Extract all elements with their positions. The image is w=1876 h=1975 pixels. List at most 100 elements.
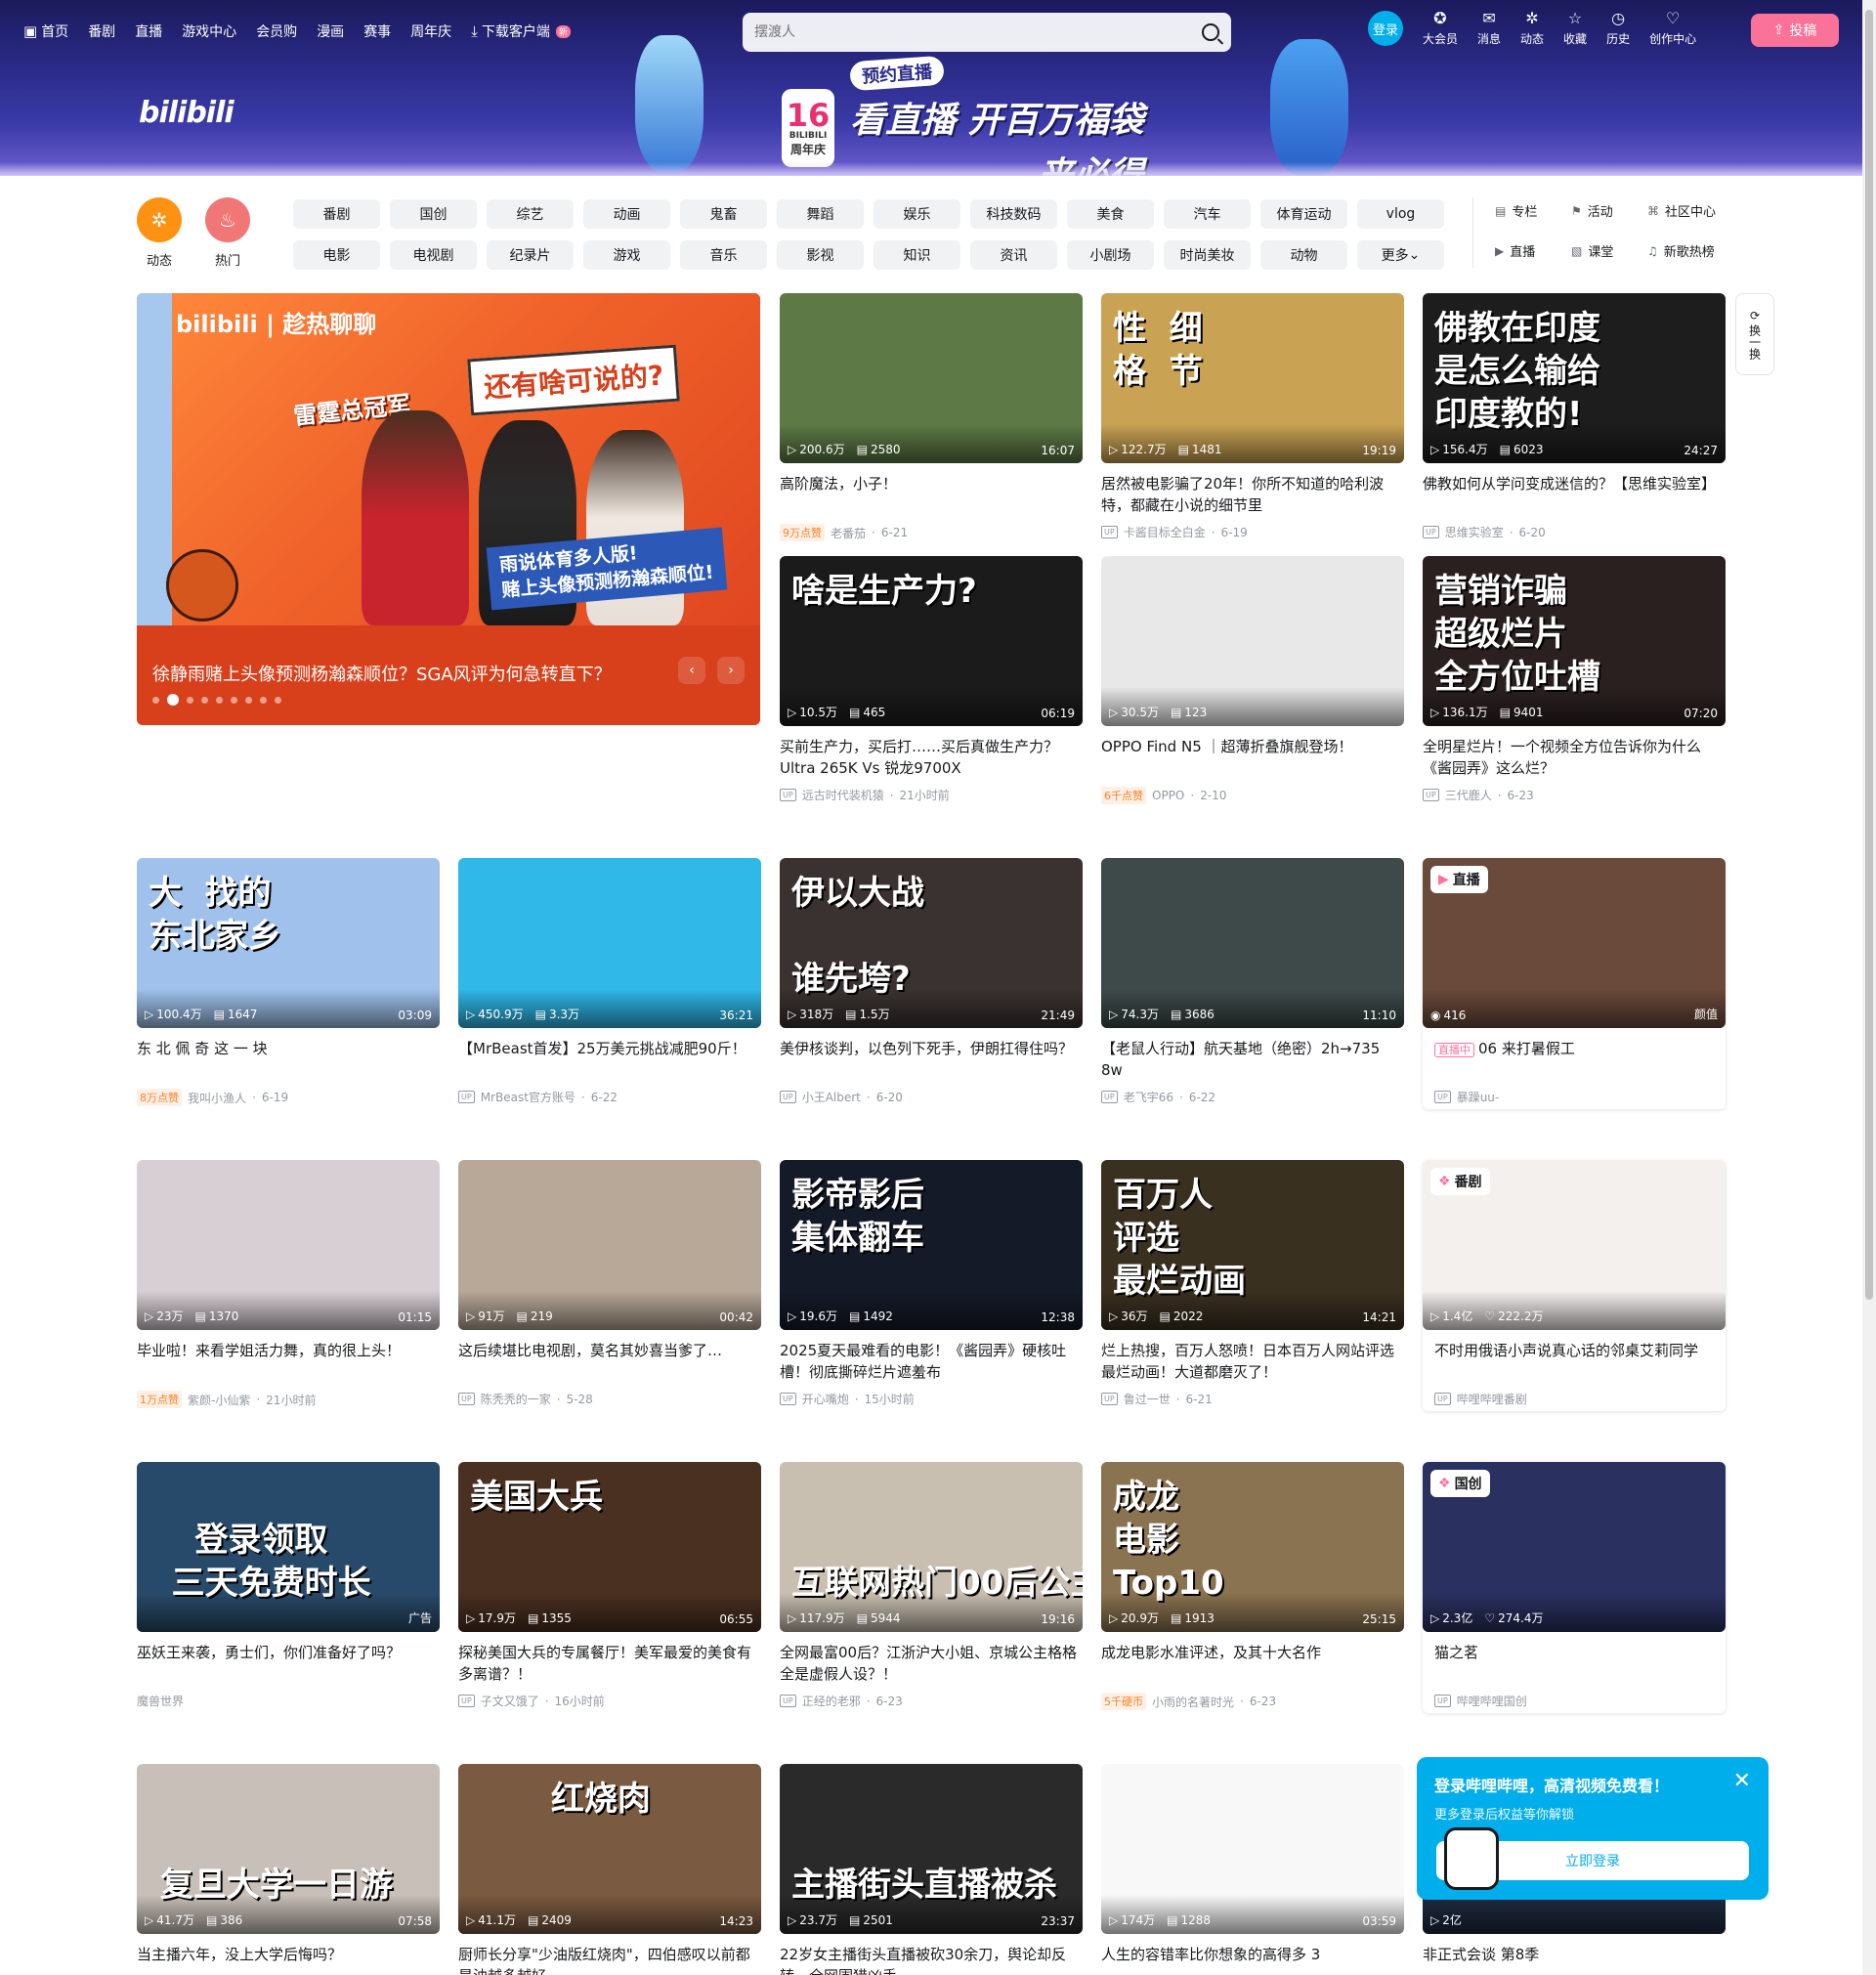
video-thumbnail[interactable]: 性 细 格 节 ▷ 122.7万 ▤ 1481 19:19 (1101, 293, 1404, 463)
video-thumbnail[interactable]: 成龙 电影 Top10 ▷ 20.9万 ▤ 1913 25:15 (1101, 1462, 1404, 1632)
channel-link[interactable]: ▤ 专栏 (1495, 201, 1571, 221)
video-card[interactable]: 百万人 评选 最烂动画 ▷ 36万 ▤ 2022 14:21 烂上热搜，百万人怒喷！日本百万… (1101, 1160, 1404, 1407)
video-card[interactable]: 伊以大战 谁先垮? ▷ 318万 ▤ 1.5万 21:49 美伊核谈判，以色列下死手，伊朗扛… (780, 858, 1083, 1105)
video-card[interactable]: ▷ 23万 ▤ 1370 01:15 毕业啦！来看学姐活力舞，真的很上头！ 1万点赞 紫颜-小… (137, 1160, 440, 1408)
video-thumbnail[interactable]: ▷ 30.5万 ▤ 123 (1101, 556, 1404, 726)
video-author[interactable]: 小雨的名著时光 (1152, 1694, 1234, 1710)
video-card[interactable]: ▷ 74.3万 ▤ 3686 11:10 【老鼠人行动】航天基地（绝密）2h→735 8w… (1101, 858, 1404, 1105)
video-author[interactable]: 小王Albert (802, 1089, 861, 1105)
upload-button[interactable]: ⇪ 投稿 (1751, 14, 1839, 47)
video-title[interactable]: 高阶魔法，小子！ (780, 473, 1083, 516)
channel-link[interactable]: ▶ 直播 (1495, 241, 1571, 261)
channel-link[interactable]: ⌘ 社区中心 (1647, 201, 1724, 221)
channel-button[interactable]: 电影 (293, 240, 380, 270)
video-title[interactable]: 成龙电影水准评述，及其十大名作 (1101, 1642, 1404, 1685)
nav-item[interactable]: 会员购 (256, 21, 297, 41)
video-card[interactable]: 大 找的 东北家乡 ▷ 100.4万 ▤ 1647 03:09 东 北 佩 奇 这 一 块 8… (137, 858, 440, 1106)
channel-button[interactable]: 体育运动 (1260, 199, 1347, 229)
search-icon[interactable] (1202, 23, 1219, 41)
video-title[interactable]: 【老鼠人行动】航天基地（绝密）2h→735 8w (1101, 1038, 1404, 1081)
video-author[interactable]: 老飞宇66 (1124, 1089, 1173, 1105)
video-title[interactable]: 东 北 佩 奇 这 一 块 (137, 1038, 440, 1081)
channel-button[interactable]: 汽车 (1164, 199, 1251, 229)
video-title[interactable]: 22岁女主播街头直播被砍30余刀，舆论却反转，全网围猎凶手 (780, 1944, 1083, 1975)
carousel-prev-button[interactable]: ‹ (678, 657, 705, 684)
carousel-dot[interactable] (167, 694, 179, 706)
video-thumbnail[interactable]: 红烧肉 ▷ 41.1万 ▤ 2409 14:23 (458, 1764, 761, 1934)
channel-dynamic[interactable]: ✲ 动态 (137, 197, 182, 269)
video-card[interactable]: ▷ 1.4亿 ♡ 222.2万 ❖ 番剧 不时用俄语小声说真心话的邻桌艾莉同学 UP 哔哩哔哩番… (1423, 1160, 1726, 1411)
channel-button[interactable]: 小剧场 (1067, 240, 1154, 270)
video-card[interactable]: ▷ 91万 ▤ 219 00:42 这后续堪比电视剧，莫名其妙喜当爹了… UP 陈秃秃的一家 ·… (458, 1160, 761, 1407)
video-thumbnail[interactable]: 互联网热门00后公主们 ▷117.9万 ▤5944 19:16 (780, 1462, 1083, 1632)
video-author[interactable]: 紫颜-小仙紫 (188, 1392, 250, 1408)
nav-right-item[interactable]: ♡ 创作中心 (1649, 10, 1696, 47)
video-card[interactable]: 佛教在印度 是怎么输给 印度教的! ▷ 156.4万 ▤ 6023 24:27 佛教如何从学… (1423, 293, 1726, 540)
video-card[interactable]: ▷ 200.6万 ▤ 2580 16:07 高阶魔法，小子！ 9万点赞 老番茄 · 6-21 (780, 293, 1083, 541)
video-title[interactable]: 当主播六年，没上大学后悔吗？ (137, 1944, 440, 1975)
video-card[interactable]: ▷ 2.3亿 ♡ 274.4万 ❖ 国创 猫之茗 UP 哔哩哔哩国创 (1423, 1462, 1726, 1713)
channel-button[interactable]: 综艺 (487, 199, 574, 229)
video-title[interactable]: 买前生产力，买后打……买后真做生产力？Ultra 265K Vs 锐龙9700X (780, 736, 1083, 779)
video-title[interactable]: 全明星烂片！一个视频全方位告诉你为什么《酱园弄》这么烂？ (1423, 736, 1726, 779)
video-title[interactable]: 佛教如何从学问变成迷信的？【思维实验室】 (1423, 473, 1726, 516)
video-thumbnail[interactable]: ▷ 2.3亿 ♡ 274.4万 ❖ 国创 (1423, 1462, 1726, 1632)
video-thumbnail[interactable]: 影帝影后 集体翻车 ▷ 19.6万 ▤ 1492 12:38 (780, 1160, 1083, 1330)
featured-carousel[interactable]: bilibili | 趁热聊聊 雷霆总冠军 还有啥可说的? 雨说体育多人版! 赌… (137, 293, 760, 725)
channel-button[interactable]: 时尚美妆 (1164, 240, 1251, 270)
carousel-dot[interactable] (201, 696, 208, 704)
video-title[interactable]: 【MrBeast首发】25万美元挑战减肥90斤！ (458, 1038, 761, 1081)
bilibili-logo[interactable]: bilibili (139, 96, 234, 130)
nav-item[interactable]: ⤓ 下载客户端新 (471, 21, 571, 41)
video-author[interactable]: 哔哩哔哩国创 (1457, 1693, 1527, 1709)
search-bar[interactable] (743, 13, 1231, 52)
video-card[interactable]: 影帝影后 集体翻车 ▷ 19.6万 ▤ 1492 12:38 2025夏天最难看的电影！《酱… (780, 1160, 1083, 1407)
video-title[interactable]: OPPO Find N5 ｜超薄折叠旗舰登场！ (1101, 736, 1404, 779)
video-thumbnail[interactable]: 复旦大学一日游 ▷ 41.7万 ▤ 386 07:58 (137, 1764, 440, 1934)
video-thumbnail[interactable]: ▷ 1.4亿 ♡ 222.2万 ❖ 番剧 (1423, 1160, 1726, 1330)
video-author[interactable]: 正经的老邪 (802, 1693, 861, 1709)
video-author[interactable]: 老番茄 (831, 525, 866, 541)
nav-item[interactable]: 漫画 (317, 21, 344, 41)
video-author[interactable]: 魔兽世界 (137, 1693, 184, 1709)
video-author[interactable]: 卡酱目标全白金 (1124, 524, 1206, 540)
channel-link[interactable]: ♫ 新歌热榜 (1647, 241, 1724, 261)
video-author[interactable]: 子文又饿了 (481, 1693, 539, 1709)
channel-button[interactable]: 影视 (777, 240, 864, 270)
refresh-button[interactable]: ⟳ 换一换 (1735, 293, 1774, 375)
video-author[interactable]: 思维实验室 (1445, 524, 1504, 540)
video-author[interactable]: 鲁过一世 (1124, 1391, 1171, 1407)
nav-item[interactable]: ▣ 首页 (23, 21, 68, 41)
video-thumbnail[interactable]: 登录领取 三天免费时长 广告 (137, 1462, 440, 1632)
video-author[interactable]: 暴躁uu- (1457, 1089, 1500, 1105)
video-card[interactable]: 复旦大学一日游 ▷ 41.7万 ▤ 386 07:58 当主播六年，没上大学后悔吗？ (137, 1764, 440, 1975)
video-title[interactable]: 2025夏天最难看的电影！《酱园弄》硬核吐槽！彻底撕碎烂片遮羞布 (780, 1340, 1083, 1383)
nav-right-item[interactable]: ✉ 消息 (1477, 10, 1501, 47)
channel-button[interactable]: 番剧 (293, 199, 380, 229)
search-input[interactable] (754, 24, 1202, 40)
nav-right-item[interactable]: ◷ 历史 (1606, 10, 1630, 47)
video-title[interactable]: 毕业啦！来看学姐活力舞，真的很上头！ (137, 1340, 440, 1383)
video-card[interactable]: 登录领取 三天免费时长 广告 巫妖王来袭，勇士们，你们准备好了吗？ 魔兽世界 (137, 1462, 440, 1709)
video-thumbnail[interactable]: ▷ 200.6万 ▤ 2580 16:07 (780, 293, 1083, 463)
carousel-dot[interactable] (187, 696, 193, 704)
nav-item[interactable]: 周年庆 (410, 21, 451, 41)
channel-button[interactable]: 美食 (1067, 199, 1154, 229)
video-author[interactable]: OPPO (1152, 789, 1184, 802)
channel-button[interactable]: 国创 (390, 199, 477, 229)
video-title[interactable]: 居然被电影骗了20年！你所不知道的哈利波特，都藏在小说的细节里 (1101, 473, 1404, 516)
close-icon[interactable]: ✕ (1733, 1769, 1751, 1793)
channel-link[interactable]: ▧ 课堂 (1571, 241, 1647, 261)
video-card[interactable]: 红烧肉 ▷ 41.1万 ▤ 2409 14:23 厨师长分享"少油版红烧肉"，四伯感叹以前都… (458, 1764, 761, 1975)
video-thumbnail[interactable]: ▷ 174万 ▤ 1288 03:59 (1101, 1764, 1404, 1934)
video-title[interactable]: 探秘美国大兵的专属餐厅！美军最爱的美食有多离谱？！ (458, 1642, 761, 1685)
video-title[interactable]: 不时用俄语小声说真心话的邻桌艾莉同学 (1423, 1340, 1726, 1383)
carousel-dot[interactable] (275, 696, 281, 704)
video-thumbnail[interactable]: 大 找的 东北家乡 ▷ 100.4万 ▤ 1647 03:09 (137, 858, 440, 1028)
channel-button[interactable]: 科技数码 (970, 199, 1057, 229)
video-card[interactable]: 互联网热门00后公主们 ▷117.9万 ▤5944 19:16 全网最富00后？江浙沪大… (780, 1462, 1083, 1709)
video-author[interactable]: MrBeast官方账号 (481, 1089, 576, 1105)
channel-button[interactable]: 鬼畜 (680, 199, 767, 229)
nav-item[interactable]: 番剧 (88, 21, 115, 41)
channel-button[interactable]: 动物 (1260, 240, 1347, 270)
